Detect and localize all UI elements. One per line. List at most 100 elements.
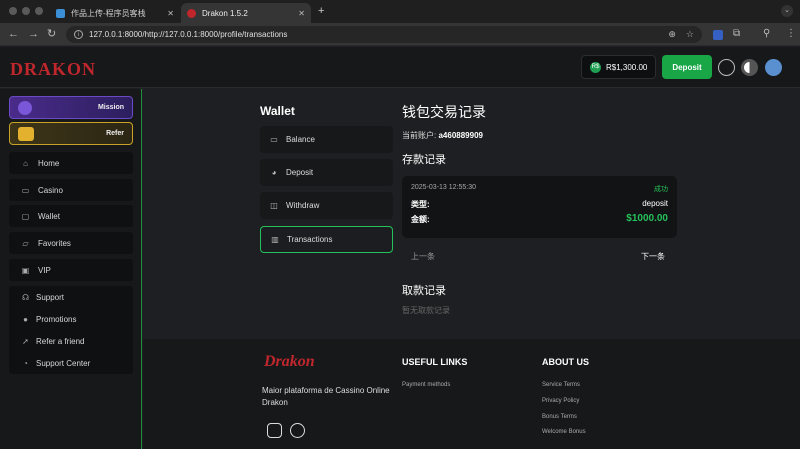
sidebar-item-label: Favorites [38, 238, 71, 248]
deposit-record-card: 2025-03-13 12:55:30 成功 类型: deposit 金额: $… [402, 176, 677, 238]
sidebar-item-label: Support [36, 292, 65, 302]
new-tab-button[interactable]: + [318, 5, 324, 17]
useful-links-title: USEFUL LINKS [402, 357, 468, 367]
sidebar-item-label: Casino [38, 185, 63, 195]
url-field[interactable]: i 127.0.0.1:8000/http://127.0.0.1:8000/p… [66, 26, 702, 43]
browser-tab-active[interactable]: Drakon 1.5.2 ✕ [181, 3, 311, 23]
sidebar-item-support-center[interactable]: ◔ Support Center [9, 352, 133, 374]
minimize-window-dot[interactable] [22, 7, 30, 15]
chat-icon: ◔ [23, 358, 28, 368]
sidebar: Mission Refer ⌂ Home ▭ Casino ▢ Wallet ▱… [0, 89, 142, 449]
bookmark-star-icon[interactable]: ☆ [686, 29, 694, 40]
main-content: Wallet ▭ Balance ◕ Deposit ◫ Withdraw ▥ … [143, 89, 800, 339]
wallet-nav-transactions[interactable]: ▥ Transactions [260, 226, 393, 253]
app-header: DRAKON R$ R$1,300.00 Deposit [0, 47, 800, 88]
vip-icon: ▣ [21, 265, 30, 275]
instagram-icon[interactable] [267, 423, 282, 438]
wallet-icon: ▢ [21, 211, 30, 221]
record-amount-value: $1000.00 [626, 213, 668, 224]
balance-amount: R$1,300.00 [606, 62, 648, 72]
record-status: 成功 [654, 186, 668, 193]
deposit-records-heading: 存款记录 [402, 154, 446, 166]
chart-icon: ▥ [271, 235, 279, 244]
close-tab-icon[interactable]: ✕ [167, 9, 174, 18]
whatsapp-icon[interactable] [290, 423, 305, 438]
footer: Drakon Maior plataforma de Cassino Onlin… [143, 339, 800, 449]
folder-icon: ▱ [22, 238, 29, 248]
sidebar-item-home[interactable]: ⌂ Home [9, 152, 133, 174]
record-type-value: deposit [642, 199, 668, 208]
sidebar-support-group: ☊ Support ● Promotions ➚ Refer a friend … [9, 286, 133, 374]
withdraw-records-heading: 取款记录 [402, 285, 446, 297]
browser-tab[interactable]: 作品上传-程序员客栈 ✕ [50, 3, 180, 23]
sidebar-item-label: Support Center [36, 358, 91, 368]
wallet-nav-deposit[interactable]: ◕ Deposit [260, 159, 393, 186]
record-timestamp: 2025-03-13 12:55:30 [411, 184, 476, 191]
refer-card[interactable]: Refer [9, 122, 133, 145]
balance-icon: ▭ [270, 135, 278, 144]
footer-link-bonus-terms[interactable]: Bonus Terms [542, 414, 577, 420]
site-favicon-icon [56, 8, 65, 18]
footer-link-payment-methods[interactable]: Payment methods [402, 382, 450, 388]
record-type-label: 类型: [411, 200, 430, 209]
forward-icon[interactable]: → [28, 28, 39, 40]
tab-search-icon[interactable]: ⌄ [781, 5, 793, 17]
sidebar-item-label: Home [38, 158, 60, 168]
footer-description: Maior plataforma de Cassino Online Drako… [262, 386, 390, 407]
user-avatar[interactable] [765, 59, 782, 76]
wallet-nav-balance[interactable]: ▭ Balance [260, 126, 393, 153]
sidebar-item-label: Refer a friend [36, 336, 85, 346]
profile-icon[interactable]: ⚲ [763, 28, 770, 39]
back-icon[interactable]: ← [8, 28, 19, 40]
withdraw-empty-text: 暂无取款记录 [402, 306, 450, 315]
sidebar-item-support[interactable]: ☊ Support [9, 286, 133, 308]
current-account: 当前账户: a460889909 [402, 130, 483, 141]
mission-card[interactable]: Mission [9, 96, 133, 119]
extension-icon[interactable] [713, 30, 723, 40]
wallet-nav-label: Withdraw [286, 201, 320, 210]
sidebar-item-casino[interactable]: ▭ Casino [9, 179, 133, 201]
piggy-icon: ◕ [271, 168, 277, 177]
sidebar-item-label: Promotions [36, 314, 77, 324]
footer-link-service-terms[interactable]: Service Terms [542, 382, 580, 388]
theme-toggle-icon[interactable] [741, 59, 758, 76]
translate-icon[interactable]: ⊕ [668, 29, 676, 40]
home-icon: ⌂ [23, 158, 28, 168]
sidebar-item-promotions[interactable]: ● Promotions [9, 308, 133, 330]
maximize-window-dot[interactable] [35, 7, 43, 15]
prev-page-button[interactable]: 上一条 [411, 251, 435, 262]
next-page-button[interactable]: 下一条 [641, 251, 665, 262]
close-window-dot[interactable] [9, 7, 17, 15]
wallet-nav-withdraw[interactable]: ◫ Withdraw [260, 192, 393, 219]
close-tab-icon[interactable]: ✕ [298, 9, 305, 18]
wallet-title: Wallet [260, 104, 295, 118]
address-bar-row: ← → ↻ i 127.0.0.1:8000/http://127.0.0.1:… [0, 23, 800, 46]
sidebar-item-favorites[interactable]: ▱ Favorites [9, 232, 133, 254]
wallet-nav-label: Balance [286, 135, 315, 144]
sidebar-item-vip[interactable]: ▣ VIP [9, 259, 133, 281]
mission-label: Mission [97, 104, 124, 111]
browser-menu-icon[interactable]: ⋮ [786, 28, 796, 39]
browser-tab-bar: 作品上传-程序员客栈 ✕ Drakon 1.5.2 ✕ + ⌄ [0, 0, 800, 23]
extensions-puzzle-icon[interactable]: ⧉ [733, 28, 740, 39]
site-info-icon[interactable]: i [74, 30, 83, 39]
footer-link-privacy-policy[interactable]: Privacy Policy [542, 398, 579, 404]
withdraw-icon: ◫ [270, 201, 278, 210]
balance-display[interactable]: R$ R$1,300.00 [581, 55, 656, 79]
tab-title: Drakon 1.5.2 [202, 8, 248, 18]
url-text: 127.0.0.1:8000/http://127.0.0.1:8000/pro… [89, 30, 288, 39]
drakon-logo[interactable]: DRAKON [10, 59, 96, 80]
account-id: a460889909 [438, 131, 483, 140]
headset-icon: ☊ [21, 292, 30, 302]
share-icon: ➚ [22, 336, 29, 346]
account-label: 当前账户: [402, 131, 437, 140]
wallet-nav-label: Deposit [286, 168, 314, 177]
deposit-button[interactable]: Deposit [662, 55, 712, 79]
reload-icon[interactable]: ↻ [47, 28, 56, 40]
language-globe-icon[interactable] [718, 59, 735, 76]
drakon-favicon-icon [187, 8, 196, 18]
footer-link-welcome-bonus[interactable]: Welcome Bonus [542, 429, 586, 435]
sidebar-item-wallet[interactable]: ▢ Wallet [9, 205, 133, 227]
wallet-nav-label: Transactions [287, 235, 333, 244]
sidebar-item-refer-friend[interactable]: ➚ Refer a friend [9, 330, 133, 352]
